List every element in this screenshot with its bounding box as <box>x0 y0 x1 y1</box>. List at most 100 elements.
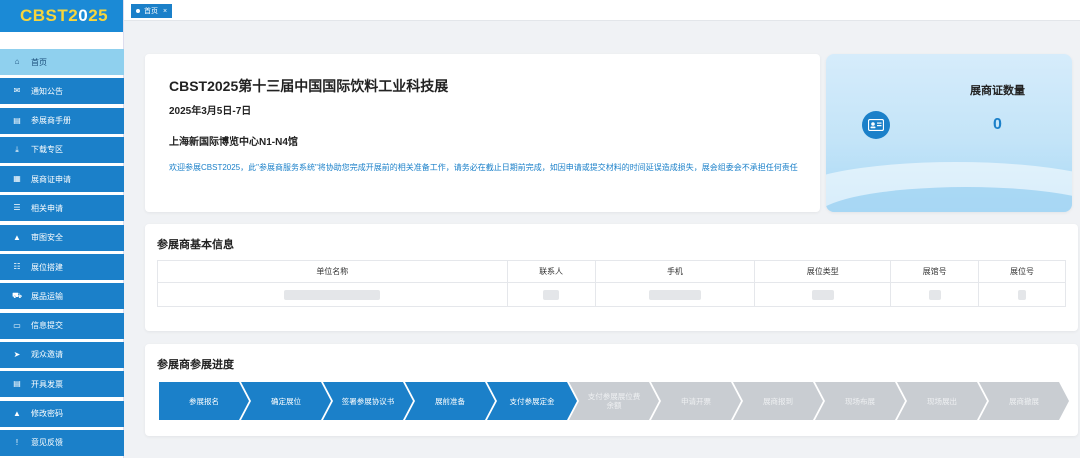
dot-icon <box>136 9 140 13</box>
progress-step-label: 确定展位 <box>271 396 301 406</box>
sidebar-item-label: 展品运输 <box>31 291 63 301</box>
sidebar-item-label: 信息提交 <box>31 321 63 331</box>
table-row <box>157 282 1066 307</box>
tab-home[interactable]: 首页 × <box>131 4 173 18</box>
sidebar: CBST2025 ⌂ 首页 ✉ 通知公告 ▤ 参展商手册 ⤓ 下载专区 ▦ 展商证申请 ☰ 相关申请 ▲… <box>0 0 124 458</box>
sidebar-item-label: 参展商手册 <box>31 116 71 126</box>
expo-info-card: CBST2025第十三届中国国际饮料工业科技展 2025年3月5日-7日 上海新… <box>145 54 820 212</box>
progress-step: 展商报到 <box>733 382 823 420</box>
sidebar-item-label: 开具发票 <box>31 379 63 389</box>
section-title: 参展商参展进度 <box>157 359 234 371</box>
progress-step-label: 支付参展定金 <box>509 396 555 406</box>
redacted-value <box>811 289 834 300</box>
sidebar-item[interactable]: ▲ 审图安全 <box>0 224 124 251</box>
exhibitor-info-card: 参展商基本信息 单位名称 联系人 手机 展位类型 展馆号 展位号 <box>145 224 1078 331</box>
sidebar-item-label: 观众邀请 <box>31 350 63 360</box>
progress-step-label: 展前准备 <box>435 396 465 406</box>
redacted-value <box>928 289 941 300</box>
progress-step: 支付参展展位费余额 <box>569 382 659 420</box>
sidebar-item[interactable]: ⤓ 下载专区 <box>0 136 124 163</box>
progress-step-label: 签署参展协议书 <box>341 396 395 406</box>
progress-step-label: 支付参展展位费余额 <box>587 392 641 410</box>
sidebar-item[interactable]: ⛟ 展品运输 <box>0 283 124 310</box>
sidebar-item-label: 下载专区 <box>31 145 63 155</box>
section-title: 参展商基本信息 <box>157 239 234 251</box>
cell-hall <box>890 282 980 307</box>
column-header: 展位类型 <box>754 260 892 283</box>
sidebar-item[interactable]: ▭ 信息提交 <box>0 312 124 339</box>
progress-step: 申请开票 <box>651 382 741 420</box>
column-header: 手机 <box>594 260 756 283</box>
sidebar-item[interactable]: ▤ 参展商手册 <box>0 107 124 134</box>
progress-step-label: 申请开票 <box>681 396 711 406</box>
cell-company <box>157 282 508 307</box>
expo-title: CBST2025第十三届中国国际饮料工业科技展 <box>169 78 449 94</box>
monitor-icon: ▭ <box>13 320 21 330</box>
sidebar-item-label: 通知公告 <box>31 86 63 96</box>
truck-icon: ⛟ <box>11 291 23 301</box>
redacted-value <box>648 289 701 300</box>
sidebar-item[interactable]: ▤ 开具发票 <box>0 371 124 398</box>
expo-venue: 上海新国际博览中心N1-N4馆 <box>169 137 298 148</box>
badge-count-label: 展商证数量 <box>970 85 1025 97</box>
progress-step-label: 现场布展 <box>845 396 875 406</box>
sidebar-item-label: 意见反馈 <box>31 438 63 448</box>
progress-step: 签署参展协议书 <box>323 382 413 420</box>
sidebar-item[interactable]: ☰ 相关申请 <box>0 195 124 222</box>
sidebar-item[interactable]: ⌂ 首页 <box>0 49 124 75</box>
sidebar-item[interactable]: ✉ 通知公告 <box>0 78 124 105</box>
progress-step-label: 展商撤展 <box>1009 396 1039 406</box>
send-icon: ➤ <box>13 349 21 359</box>
sidebar-item-label: 展位搭建 <box>31 262 63 272</box>
logo-text: CBST2025 <box>20 6 109 25</box>
progress-step: 参展报名 <box>159 382 249 420</box>
progress-step-label: 展商报到 <box>763 396 793 406</box>
sidebar-item[interactable]: ▦ 展商证申请 <box>0 166 124 193</box>
sidebar-menu: ⌂ 首页 ✉ 通知公告 ▤ 参展商手册 ⤓ 下载专区 ▦ 展商证申请 ☰ 相关申请 ▲ 审图安全 ☷ 展位搭建… <box>0 49 124 458</box>
logo[interactable]: CBST2025 <box>0 0 123 32</box>
expo-date: 2025年3月5日-7日 <box>169 106 252 117</box>
close-icon[interactable]: × <box>163 8 167 15</box>
exhibitor-info-table: 单位名称 联系人 手机 展位类型 展馆号 展位号 <box>157 260 1066 307</box>
column-header: 展位号 <box>978 260 1066 283</box>
sidebar-item-label: 展商证申请 <box>31 174 71 184</box>
sidebar-item[interactable]: ☷ 展位搭建 <box>0 254 124 281</box>
cell-phone <box>594 282 756 307</box>
progress-step-label: 参展报名 <box>189 396 219 406</box>
progress-step: 现场布展 <box>815 382 905 420</box>
home-icon: ⌂ <box>14 57 20 66</box>
table-header-row: 单位名称 联系人 手机 展位类型 展馆号 展位号 <box>157 260 1066 283</box>
badge-count-card[interactable]: 展商证数量 0 <box>826 54 1072 212</box>
column-header: 单位名称 <box>157 260 508 283</box>
mail-icon: ✉ <box>13 86 21 96</box>
cell-booth-type <box>754 282 892 307</box>
cell-booth-no <box>978 282 1066 307</box>
redacted-value <box>284 289 381 300</box>
lock-icon: ▲ <box>13 408 21 418</box>
progress-step: 确定展位 <box>241 382 331 420</box>
invoice-icon: ▤ <box>13 379 21 389</box>
progress-step-label: 现场展出 <box>927 396 957 406</box>
sidebar-item[interactable]: ▲ 修改密码 <box>0 400 124 427</box>
progress-steps: 参展报名 确定展位 签署参展协议书 展前准备 支付参展定金 支付参展展位费余额 申请开票 展商… <box>159 382 1059 420</box>
sidebar-item-label: 首页 <box>31 57 47 67</box>
progress-card: 参展商参展进度 参展报名 确定展位 签署参展协议书 展前准备 支付参展定金 支付参展展位费… <box>145 344 1078 436</box>
lock-icon: ▲ <box>13 232 21 242</box>
tab-bar: 首页 × <box>124 0 1080 21</box>
download-icon: ⤓ <box>15 144 19 154</box>
id-card-icon <box>862 111 890 139</box>
progress-step: 支付参展定金 <box>487 382 577 420</box>
progress-step: 现场展出 <box>897 382 987 420</box>
tab-label: 首页 <box>144 8 158 15</box>
sidebar-item[interactable]: ➤ 观众邀请 <box>0 341 124 368</box>
alert-icon: ! <box>15 437 19 447</box>
progress-step: 展商撤展 <box>979 382 1069 420</box>
sidebar-item-label: 修改密码 <box>31 409 63 419</box>
list-icon: ☰ <box>13 203 21 213</box>
document-icon: ▦ <box>13 174 21 184</box>
cell-contact <box>506 282 596 307</box>
progress-step: 展前准备 <box>405 382 495 420</box>
sidebar-item-label: 审图安全 <box>31 233 63 243</box>
sidebar-item[interactable]: ! 意见反馈 <box>0 429 124 456</box>
column-header: 联系人 <box>506 260 596 283</box>
